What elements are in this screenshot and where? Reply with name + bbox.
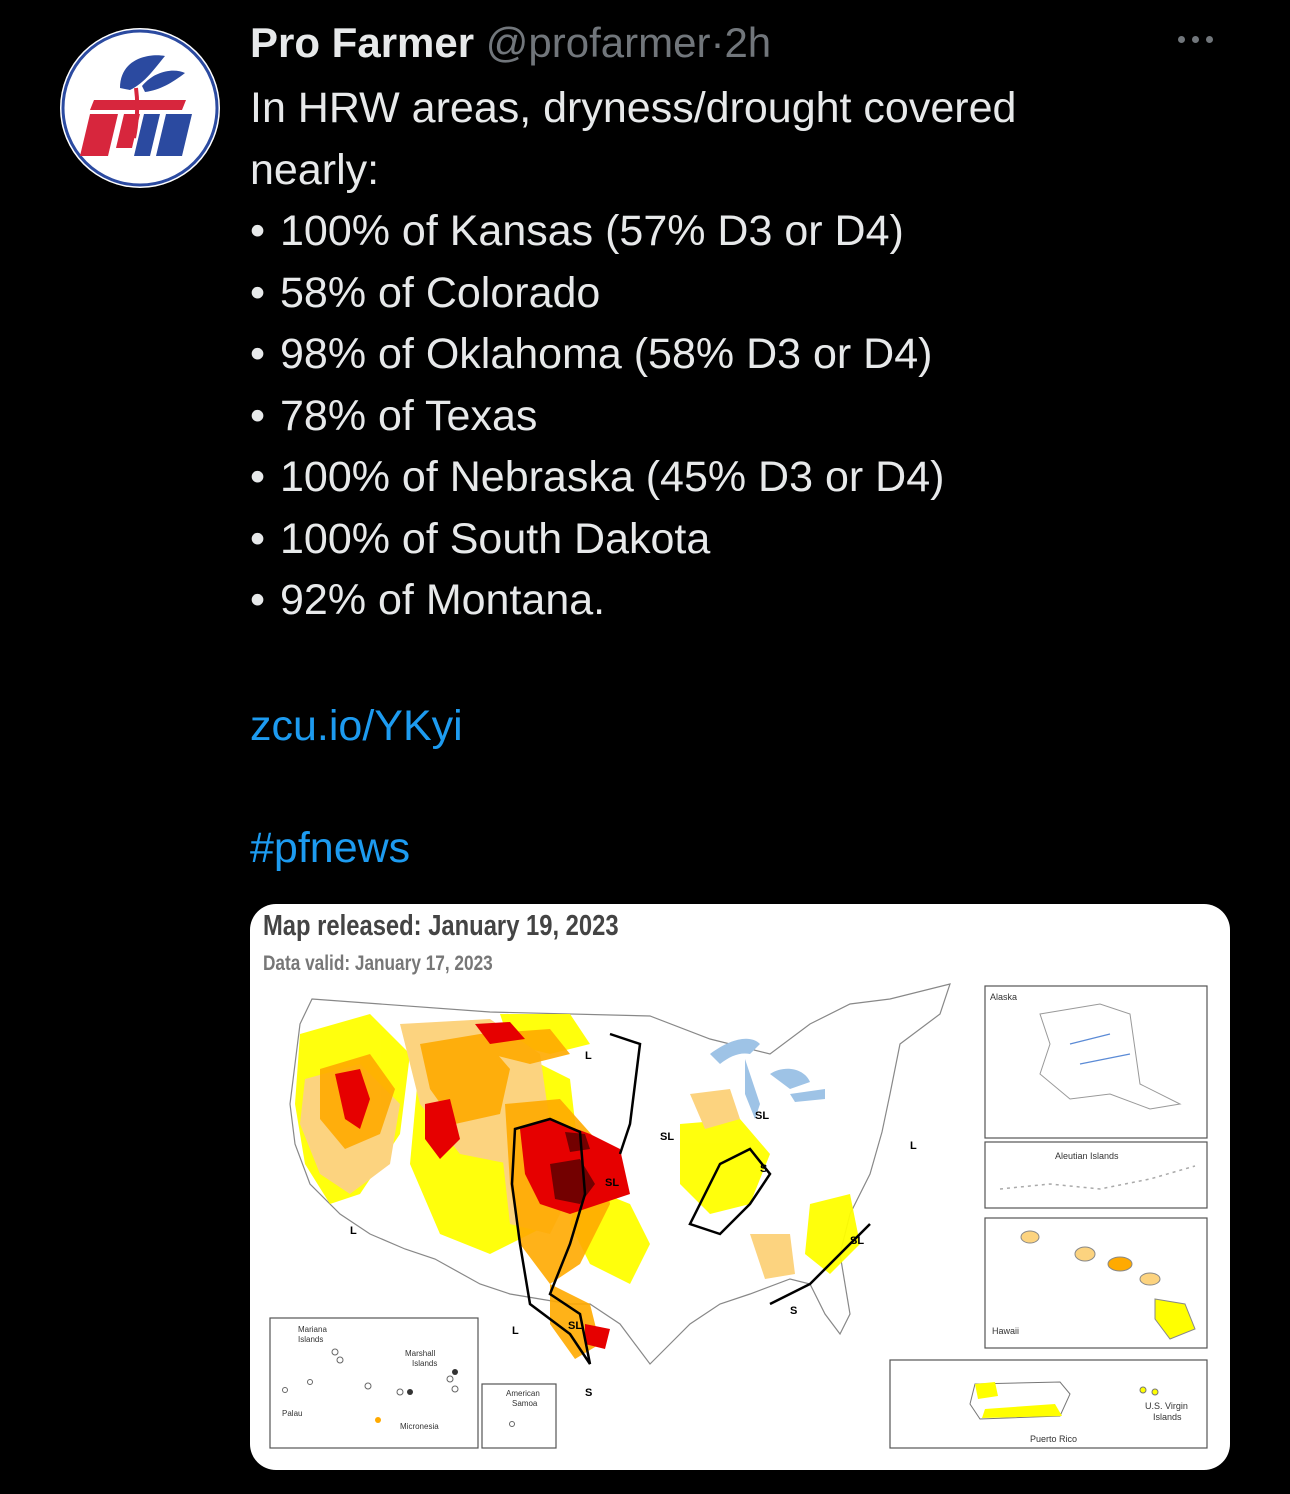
bullet-symbol: •: [250, 576, 266, 624]
author-handle[interactable]: @profarmer: [486, 19, 711, 66]
hawaii-label: Hawaii: [992, 1326, 1019, 1336]
impact-label: L: [910, 1140, 917, 1152]
samoa-label: American: [506, 1389, 540, 1398]
bullet-symbol: •: [250, 207, 266, 255]
drought-map-graphic: L SL SL SL SL SL S S S L L L Alaska Aleu…: [269, 983, 1208, 1449]
pro-farmer-logo-icon: [61, 29, 219, 187]
impact-label: SL: [660, 1131, 674, 1143]
micronesia-label: Micronesia: [400, 1422, 439, 1431]
impact-label: S: [790, 1305, 797, 1317]
author-name[interactable]: Pro Farmer: [250, 19, 474, 66]
bullet-text: 100% of Nebraska (45% D3 or D4): [280, 453, 945, 501]
mariana-label: Mariana: [298, 1325, 327, 1334]
bullet-item: • 98% of Oklahoma (58% D3 or D4): [250, 324, 1230, 386]
bullet-text: 98% of Oklahoma (58% D3 or D4): [280, 330, 933, 378]
impact-label: SL: [850, 1235, 864, 1247]
tweet-intro-line: nearly:: [250, 145, 380, 194]
puerto-rico-label: Puerto Rico: [1030, 1434, 1077, 1444]
marshall-label: Marshall: [405, 1349, 435, 1358]
alaska-inset: [984, 985, 1208, 1139]
impact-label: SL: [755, 1110, 769, 1122]
bullet-item: • 100% of Kansas (57% D3 or D4): [250, 201, 1230, 263]
mariana-label: Islands: [298, 1335, 323, 1344]
bullet-symbol: •: [250, 453, 266, 501]
palau-label: Palau: [282, 1409, 302, 1418]
more-options-icon[interactable]: [1178, 24, 1228, 54]
bullet-item: • 58% of Colorado: [250, 263, 1230, 325]
virgin-islands-label: U.S. Virgin: [1145, 1401, 1188, 1411]
bullet-text: 58% of Colorado: [280, 268, 601, 317]
impact-label: S: [585, 1387, 592, 1399]
bullet-symbol: •: [250, 514, 266, 563]
alaska-label: Alaska: [990, 992, 1017, 1002]
bullet-text: 100% of South Dakota: [280, 514, 711, 563]
bullet-item: • 92% of Montana.: [250, 570, 1230, 632]
impact-label: SL: [568, 1320, 582, 1332]
profile-avatar[interactable]: [60, 28, 220, 188]
bullet-text: 78% of Texas: [280, 391, 538, 440]
impact-label: L: [585, 1050, 592, 1062]
hashtag-link[interactable]: #pfnews: [250, 818, 410, 878]
impact-label: L: [350, 1225, 357, 1237]
marshall-label: Islands: [412, 1359, 437, 1368]
bullet-text: 92% of Montana.: [280, 576, 606, 624]
tweet-intro-line: In HRW areas, dryness/drought covered: [250, 84, 1017, 132]
bullet-symbol: •: [250, 330, 266, 378]
aleutian-label: Aleutian Islands: [1055, 1151, 1119, 1161]
tweet-timestamp[interactable]: 2h: [724, 19, 771, 66]
virgin-islands-label: Islands: [1153, 1412, 1182, 1422]
bullet-symbol: •: [250, 391, 266, 440]
impact-label: S: [760, 1163, 767, 1175]
bullet-symbol: •: [250, 268, 266, 317]
impact-label: SL: [605, 1177, 619, 1189]
bullet-item: • 100% of Nebraska (45% D3 or D4): [250, 447, 1230, 509]
bullet-item: • 100% of South Dakota: [250, 509, 1230, 571]
bullet-text: 100% of Kansas (57% D3 or D4): [280, 207, 904, 255]
bullet-item: • 78% of Texas: [250, 386, 1230, 448]
impact-label: L: [512, 1325, 519, 1337]
drought-map-image[interactable]: Map released: January 19, 2023 Data vali…: [250, 904, 1230, 1470]
samoa-label: Samoa: [512, 1399, 538, 1408]
tweet-link[interactable]: zcu.io/YKyi: [250, 696, 463, 756]
tweet-body: In HRW areas, dryness/drought covered ne…: [250, 78, 1230, 632]
separator-dot: ·: [710, 19, 725, 66]
tweet-header: Pro Farmer @profarmer·2h: [250, 16, 771, 70]
